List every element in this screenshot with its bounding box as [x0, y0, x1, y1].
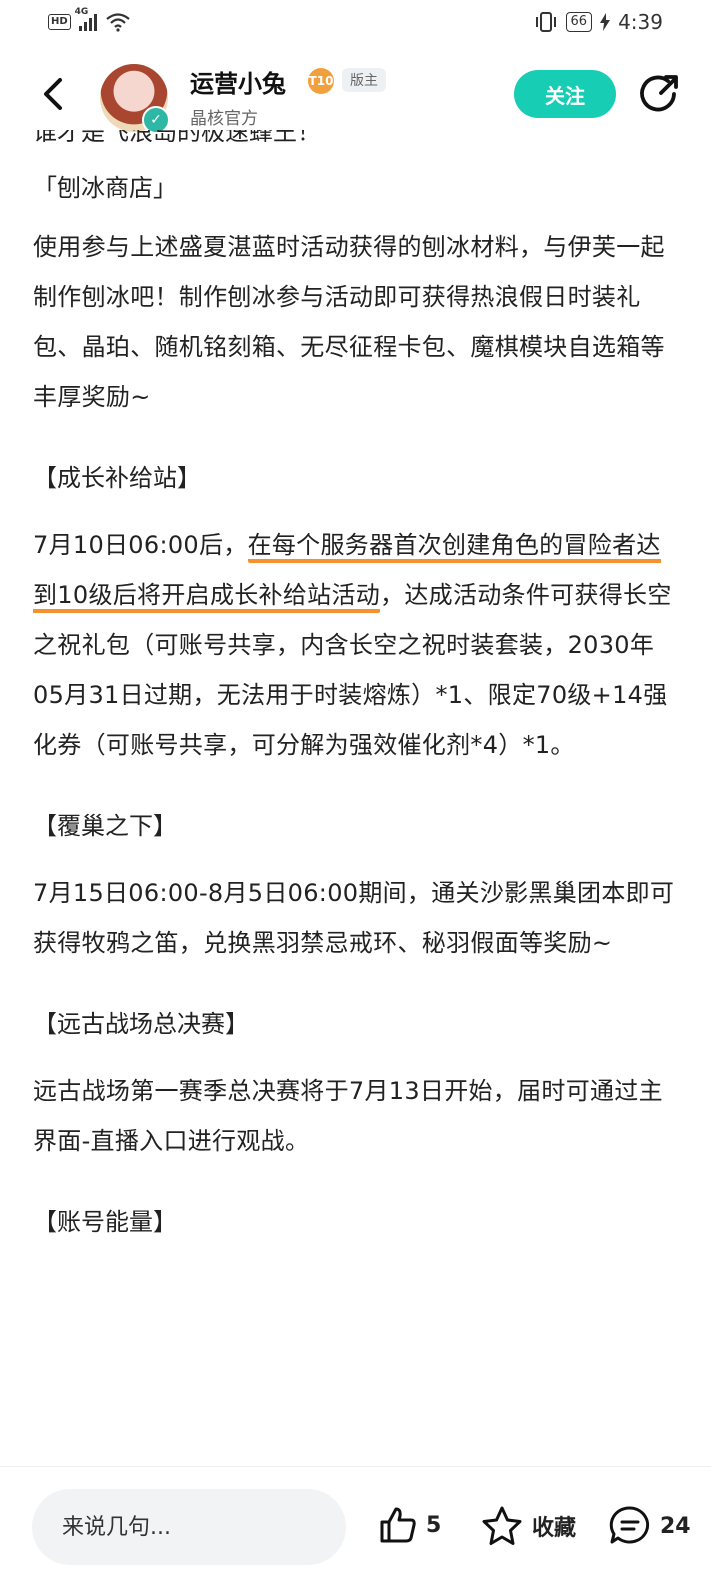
- vibrate-icon: [535, 12, 556, 32]
- section-body-overturned-nest: 7月15日06:00-8月5日06:00期间，通关沙影黑巢团本即可获得牧鸦之笛，…: [33, 879, 675, 957]
- section-body-growth-supply: 7月10日06:00后，在每个服务器首次创建角色的冒险者达到10级后将开启成长补…: [33, 520, 683, 770]
- share-icon[interactable]: [636, 72, 682, 118]
- section-title-ancient-battlefield-finals: 【远古战场总决赛】: [33, 1010, 249, 1038]
- charging-icon: [600, 13, 611, 31]
- wifi-icon: [105, 13, 130, 32]
- hd-icon: HD: [48, 14, 71, 30]
- comment-bubble-icon: [609, 1506, 650, 1544]
- network-type: 4G: [74, 7, 89, 17]
- like-button[interactable]: 5: [378, 1505, 441, 1545]
- level-badge: T10: [308, 68, 334, 94]
- like-count: 5: [426, 1512, 442, 1538]
- section-body-ancient-battlefield-finals: 远古战场第一赛季总决赛将于7月13日开始，届时可通过主界面-直播入口进行观战。: [33, 1077, 663, 1155]
- comment-input[interactable]: [32, 1489, 346, 1565]
- clipped-text-line: 谁才是飞浪岛的极速蜂王！: [33, 130, 683, 142]
- comments-button[interactable]: 24: [608, 1505, 691, 1547]
- favorite-button[interactable]: 收藏: [480, 1505, 576, 1547]
- section-title-growth-supply: 【成长补给站】: [33, 464, 201, 492]
- battery-indicator: 66: [565, 12, 593, 32]
- author-subtitle: 晶核官方: [190, 109, 258, 129]
- clock: 4:39: [618, 10, 663, 34]
- post-content: 谁才是飞浪岛的极速蜂王！ 「刨冰商店」 使用参与上述盛夏湛蓝时活动获得的刨冰材料…: [33, 130, 683, 1460]
- status-bar: HD 4G 66 4:39: [0, 0, 711, 48]
- bottom-action-bar: 5 收藏 24: [0, 1466, 711, 1586]
- cellular-signal-icon: 4G: [75, 7, 97, 31]
- favorite-label: 收藏: [532, 1516, 577, 1541]
- back-arrow-icon[interactable]: [36, 74, 72, 114]
- growth-supply-text-start: 7月10日06:00后，: [33, 531, 248, 559]
- comment-count: 24: [660, 1513, 691, 1539]
- star-icon: [482, 1506, 522, 1545]
- section-title-account-energy: 【账号能量】: [33, 1208, 177, 1236]
- moderator-badge: 版主: [342, 68, 386, 92]
- author-name[interactable]: 运营小兔: [190, 64, 286, 99]
- section-title-overturned-nest: 【覆巢之下】: [33, 812, 177, 840]
- section-title-shaved-ice-shop: 「刨冰商店」: [33, 174, 177, 202]
- follow-button[interactable]: 关注: [514, 70, 616, 118]
- thumbs-up-icon: [380, 1507, 416, 1543]
- section-body-shaved-ice-shop: 使用参与上述盛夏湛蓝时活动获得的刨冰材料，与伊芙一起制作刨冰吧！制作刨冰参与活动…: [33, 233, 665, 411]
- post-header: ✓ 运营小兔 T10 版主 晶核官方 关注: [0, 56, 711, 140]
